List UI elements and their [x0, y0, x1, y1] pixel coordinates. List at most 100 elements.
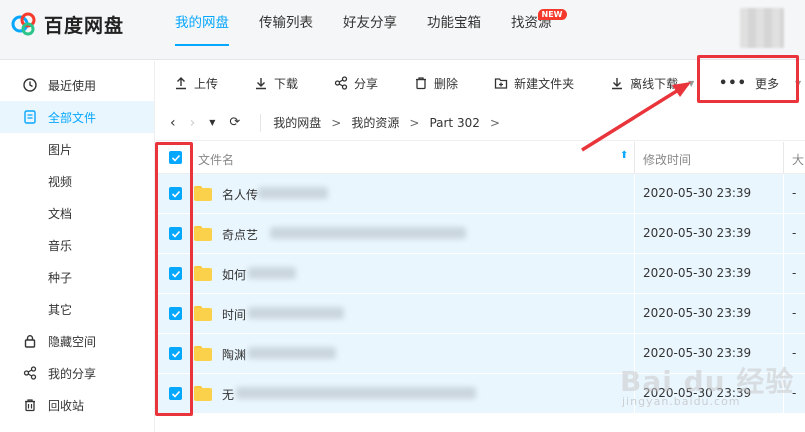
- breadcrumb-separator: >: [409, 115, 420, 130]
- check-icon: [171, 310, 180, 318]
- table-row[interactable]: 时间 2020-05-30 23:39 -: [156, 294, 805, 334]
- watermark-logo: Bai du 经验: [620, 365, 795, 398]
- refresh-icon[interactable]: ⟳: [229, 115, 240, 130]
- file-modified: 2020-05-30 23:39: [643, 346, 752, 360]
- file-name[interactable]: 无: [222, 386, 234, 403]
- check-icon: [171, 270, 180, 278]
- file-modified: 2020-05-30 23:39: [643, 186, 752, 200]
- avatar[interactable]: [740, 8, 784, 48]
- more-button[interactable]: ••• 更多 ▼: [719, 75, 801, 92]
- column-divider: [783, 254, 784, 294]
- breadcrumb-separator: >: [489, 115, 500, 130]
- trash-icon: [22, 397, 38, 413]
- table-row[interactable]: 名人传 2020-05-30 23:39 -: [156, 174, 805, 214]
- folder-icon: [194, 226, 212, 241]
- sidebar-item-other[interactable]: 其它: [0, 293, 154, 325]
- history-nav: ‹ › ▼ ⟳: [170, 115, 254, 131]
- sidebar-item-label: 隐藏空间: [48, 334, 97, 349]
- share-icon: [22, 365, 38, 381]
- column-divider: [634, 254, 635, 294]
- table-row[interactable]: 如何 2020-05-30 23:39 -: [156, 254, 805, 294]
- column-header-name[interactable]: 文件名: [198, 151, 234, 168]
- sidebar-item-label: 文档: [48, 206, 73, 221]
- file-name[interactable]: 陶渊: [222, 346, 246, 363]
- forward-arrow-icon[interactable]: ›: [190, 115, 196, 131]
- breadcrumb-separator: >: [331, 115, 342, 130]
- nav-tab-friend-share[interactable]: 好友分享: [328, 0, 412, 60]
- nav-tab-toolbox[interactable]: 功能宝箱: [412, 0, 496, 60]
- select-all-checkbox[interactable]: [169, 151, 182, 164]
- sidebar-item-all-files[interactable]: 全部文件: [0, 101, 154, 133]
- sidebar-item-recent[interactable]: 最近使用: [0, 69, 154, 101]
- sidebar-item-label: 回收站: [48, 398, 85, 413]
- upload-icon: [174, 76, 188, 90]
- check-icon: [171, 390, 180, 398]
- delete-button[interactable]: 删除: [396, 61, 476, 105]
- column-header-size[interactable]: 大: [792, 151, 804, 168]
- file-name[interactable]: 名人传: [222, 186, 258, 203]
- table-row[interactable]: 奇点艺 2020-05-30 23:39 -: [156, 214, 805, 254]
- share-label: 分享: [354, 76, 379, 91]
- file-size: -: [792, 186, 797, 200]
- cloud-logo-icon: [11, 12, 36, 36]
- share-icon: [334, 76, 348, 90]
- nav-tab-my-disk[interactable]: 我的网盘: [160, 0, 244, 60]
- file-name[interactable]: 奇点艺: [222, 226, 258, 243]
- sidebar-item-my-shares[interactable]: 我的分享: [0, 357, 154, 389]
- folder-icon: [194, 386, 212, 401]
- sidebar-item-music[interactable]: 音乐: [0, 229, 154, 261]
- sidebar-item-label: 图片: [48, 142, 73, 157]
- folder-icon: [194, 266, 212, 281]
- column-divider[interactable]: [783, 142, 784, 174]
- app-logo[interactable]: 百度网盘: [10, 10, 124, 38]
- row-checkbox[interactable]: [169, 267, 182, 280]
- breadcrumb-item[interactable]: 我的资源: [351, 114, 399, 131]
- sidebar-item-torrents[interactable]: 种子: [0, 261, 154, 293]
- redacted-text: [258, 187, 328, 199]
- upload-button[interactable]: 上传: [156, 61, 236, 105]
- sidebar-item-documents[interactable]: 文档: [0, 197, 154, 229]
- redacted-text: [248, 347, 336, 359]
- row-checkbox[interactable]: [169, 307, 182, 320]
- file-modified: 2020-05-30 23:39: [643, 226, 752, 240]
- check-icon: [171, 154, 180, 162]
- nav-tab-transfers[interactable]: 传输列表: [244, 0, 328, 60]
- nav-tab-label: 传输列表: [259, 15, 313, 31]
- annotation-arrow-icon: [581, 82, 691, 152]
- download-button[interactable]: 下载: [236, 61, 316, 105]
- sidebar-item-hidden-space[interactable]: 隐藏空间: [0, 325, 154, 357]
- breadcrumb-item[interactable]: Part 302: [429, 116, 479, 130]
- clock-icon: [22, 77, 38, 93]
- breadcrumb-item[interactable]: 我的网盘: [273, 114, 321, 131]
- row-checkbox[interactable]: [169, 227, 182, 240]
- history-dropdown-icon[interactable]: ▼: [209, 118, 215, 127]
- sidebar-item-images[interactable]: 图片: [0, 133, 154, 165]
- sidebar-item-label: 我的分享: [48, 366, 97, 381]
- sidebar: 最近使用 全部文件 图片 视频 文档 音乐 种子 其它 隐藏空间 我的分享 回收…: [0, 61, 155, 432]
- file-name[interactable]: 时间: [222, 306, 246, 323]
- top-header: 百度网盘 我的网盘 传输列表 好友分享 功能宝箱 找资源 NEW: [0, 0, 805, 60]
- sidebar-item-recycle-bin[interactable]: 回收站: [0, 389, 154, 421]
- folder-icon: [194, 186, 212, 201]
- nav-tab-label: 好友分享: [343, 15, 397, 31]
- row-checkbox[interactable]: [169, 387, 182, 400]
- delete-label: 删除: [434, 76, 459, 91]
- column-divider: [783, 294, 784, 334]
- back-arrow-icon[interactable]: ‹: [170, 115, 176, 131]
- sidebar-item-label: 种子: [48, 270, 73, 285]
- file-size: -: [792, 226, 797, 240]
- file-icon: [22, 109, 38, 125]
- download-label: 下载: [274, 76, 299, 91]
- file-name[interactable]: 如何: [222, 266, 246, 283]
- sidebar-item-videos[interactable]: 视频: [0, 165, 154, 197]
- file-size: -: [792, 306, 797, 320]
- sidebar-item-label: 其它: [48, 302, 73, 317]
- row-checkbox[interactable]: [169, 187, 182, 200]
- chevron-down-icon: ▼: [794, 79, 802, 88]
- row-checkbox[interactable]: [169, 347, 182, 360]
- sidebar-item-label: 音乐: [48, 238, 73, 253]
- share-button[interactable]: 分享: [316, 61, 396, 105]
- nav-tab-find-resources[interactable]: 找资源 NEW: [496, 0, 567, 60]
- redacted-text: [248, 307, 344, 319]
- app-title: 百度网盘: [44, 14, 125, 37]
